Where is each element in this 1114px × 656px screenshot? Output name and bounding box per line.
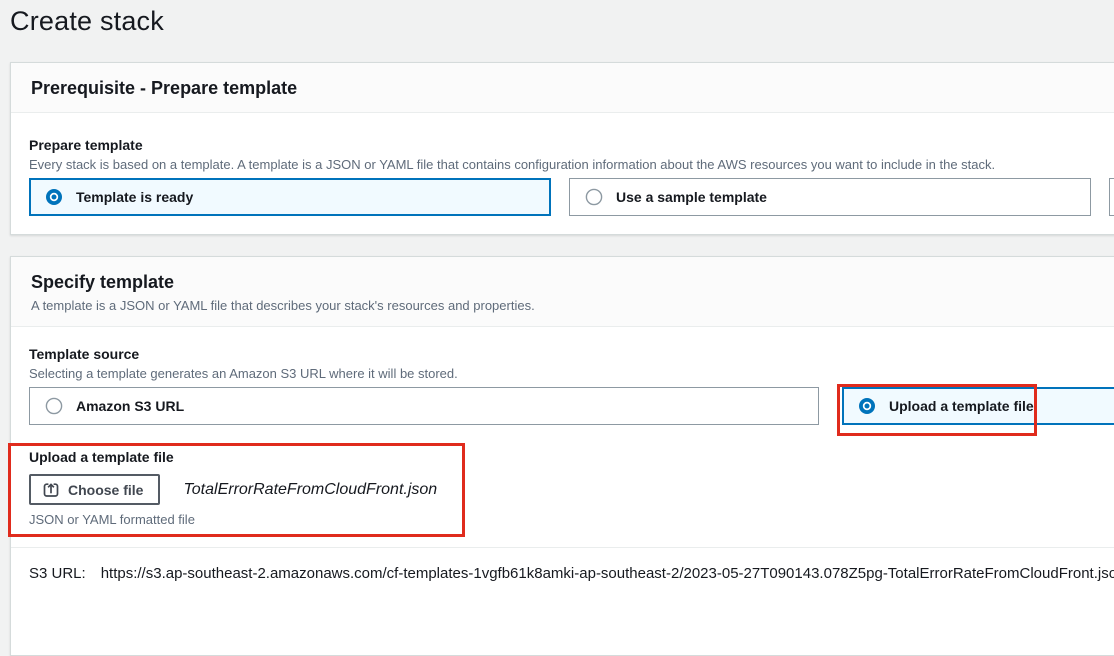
radio-option-label: Use a sample template [616, 189, 767, 205]
section-divider [11, 547, 1114, 548]
prerequisite-panel-title: Prerequisite - Prepare template [31, 78, 1109, 99]
radio-option-use-sample-template[interactable]: Use a sample template [569, 178, 1091, 216]
radio-option-amazon-s3-url[interactable]: Amazon S3 URL [29, 387, 819, 425]
s3-url-label: S3 URL: [29, 565, 86, 582]
prepare-template-options: Template is ready Use a sample template [29, 178, 1114, 216]
choose-file-button-label: Choose file [68, 482, 143, 498]
prepare-template-description: Every stack is based on a template. A te… [29, 157, 1114, 172]
radio-selected-icon [45, 188, 63, 206]
specify-panel-body: Template source Selecting a template gen… [11, 327, 1114, 582]
radio-selected-icon [858, 397, 876, 415]
radio-option-cutoff[interactable] [1109, 178, 1114, 216]
upload-helper-text: JSON or YAML formatted file [29, 512, 1114, 527]
upload-icon [43, 482, 59, 498]
radio-option-template-is-ready[interactable]: Template is ready [29, 178, 551, 216]
prerequisite-panel: Prerequisite - Prepare template Prepare … [10, 62, 1114, 235]
prepare-template-label: Prepare template [29, 137, 1114, 153]
radio-option-label: Amazon S3 URL [76, 398, 184, 414]
radio-unselected-icon [585, 188, 603, 206]
upload-template-label: Upload a template file [29, 449, 1114, 465]
template-source-description: Selecting a template generates an Amazon… [29, 366, 1114, 381]
specify-template-panel: Specify template A template is a JSON or… [10, 256, 1114, 656]
choose-file-button[interactable]: Choose file [29, 474, 160, 505]
selected-file-name: TotalErrorRateFromCloudFront.json [183, 481, 437, 499]
radio-option-label: Template is ready [76, 189, 193, 205]
s3-url-value: https://s3.ap-southeast-2.amazonaws.com/… [101, 565, 1114, 582]
specify-panel-header: Specify template A template is a JSON or… [11, 257, 1114, 327]
prerequisite-panel-body: Prepare template Every stack is based on… [11, 113, 1114, 216]
specify-panel-subtitle: A template is a JSON or YAML file that d… [31, 298, 1109, 313]
radio-option-label: Upload a template file [889, 398, 1034, 414]
upload-template-section: Upload a template file Choose file Total… [29, 449, 1114, 527]
page-title: Create stack [10, 6, 164, 37]
prerequisite-panel-header: Prerequisite - Prepare template [11, 63, 1114, 113]
specify-panel-title: Specify template [31, 272, 1109, 293]
template-source-options: Amazon S3 URL Upload a template file [29, 387, 1114, 425]
radio-unselected-icon [45, 397, 63, 415]
upload-file-row: Choose file TotalErrorRateFromCloudFront… [29, 474, 1114, 505]
template-source-label: Template source [29, 346, 1114, 362]
radio-option-upload-template-file[interactable]: Upload a template file [842, 387, 1114, 425]
s3-url-row: S3 URL: https://s3.ap-southeast-2.amazona… [29, 565, 1114, 582]
